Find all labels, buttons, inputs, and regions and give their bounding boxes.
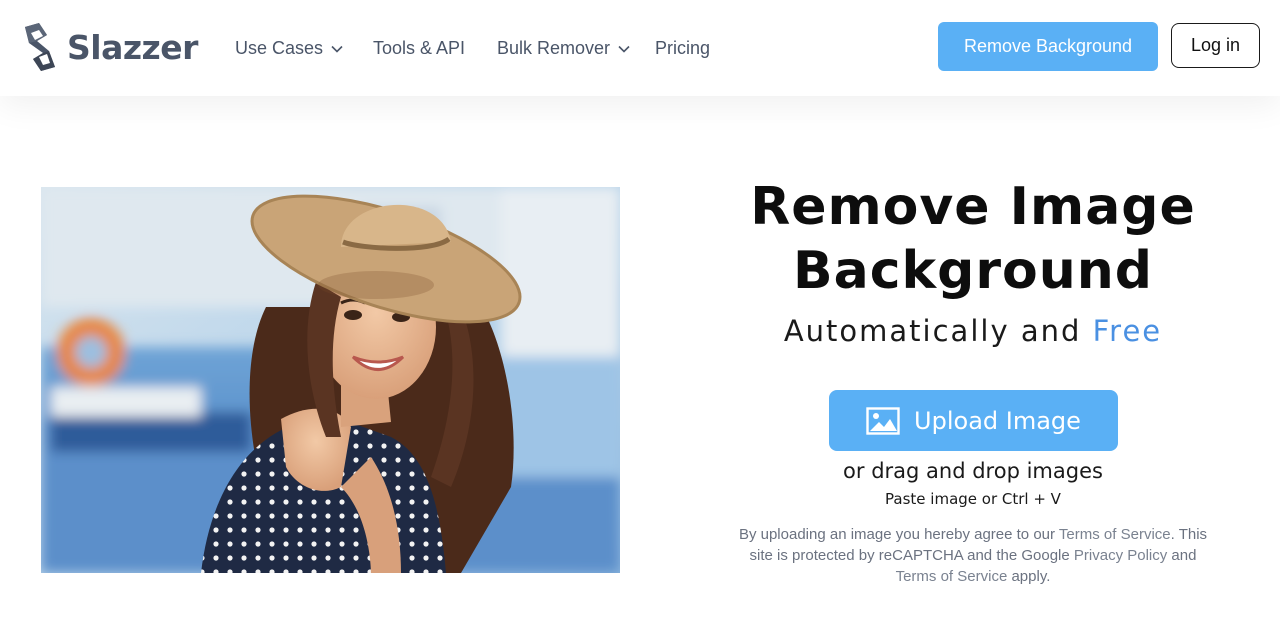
privacy-policy-link[interactable]: Privacy Policy bbox=[1074, 547, 1167, 564]
hero-photo bbox=[41, 187, 620, 573]
slazzer-logo-icon bbox=[25, 23, 55, 71]
logo[interactable]: Slazzer bbox=[17, 21, 198, 73]
nav-bulk-remover-label: Bulk Remover bbox=[497, 38, 611, 58]
terms-of-service-link[interactable]: Terms of Service bbox=[1059, 526, 1171, 543]
nav-pricing-label: Pricing bbox=[655, 38, 711, 58]
login-button[interactable]: Log in bbox=[1171, 23, 1260, 68]
chevron-down-icon bbox=[331, 45, 343, 53]
hero-subtitle-free: Free bbox=[1092, 314, 1163, 348]
legal-text-3: and bbox=[1171, 547, 1197, 564]
terms-of-service-link-2[interactable]: Terms of Service bbox=[896, 568, 1008, 585]
nav-use-cases[interactable]: Use Cases bbox=[235, 38, 343, 59]
nav-tools-api[interactable]: Tools & API bbox=[373, 38, 465, 59]
nav-bulk-remover[interactable]: Bulk Remover bbox=[497, 38, 630, 59]
drag-drop-text: or drag and drop images bbox=[843, 459, 1103, 483]
chevron-down-icon bbox=[618, 45, 630, 53]
nav-pricing[interactable]: Pricing bbox=[655, 38, 710, 59]
legal-text-1: By uploading an image you hereby agree t… bbox=[738, 526, 1056, 543]
upload-image-button[interactable]: Upload Image bbox=[829, 390, 1118, 451]
paste-hint-text: Paste image or Ctrl + V bbox=[885, 490, 1061, 508]
legal-text-4: apply. bbox=[1011, 568, 1051, 585]
legal-notice: By uploading an image you hereby agree t… bbox=[728, 524, 1218, 587]
hero-subtitle: Automatically and Free bbox=[700, 314, 1246, 348]
site-header: Slazzer Use Cases Tools & API Bulk Remov… bbox=[0, 0, 1280, 96]
hero-title-line1: Remove Image bbox=[750, 177, 1196, 237]
nav-tools-api-label: Tools & API bbox=[373, 38, 466, 58]
remove-background-button[interactable]: Remove Background bbox=[938, 22, 1158, 71]
nav-use-cases-label: Use Cases bbox=[235, 38, 324, 58]
image-icon bbox=[866, 406, 900, 435]
hero-subtitle-prefix: Automatically and bbox=[783, 314, 1082, 348]
logo-text: Slazzer bbox=[67, 27, 198, 67]
hero-title: Remove Image Background bbox=[700, 175, 1246, 303]
hero-title-line2: Background bbox=[793, 241, 1153, 301]
upload-image-label: Upload Image bbox=[914, 406, 1081, 435]
